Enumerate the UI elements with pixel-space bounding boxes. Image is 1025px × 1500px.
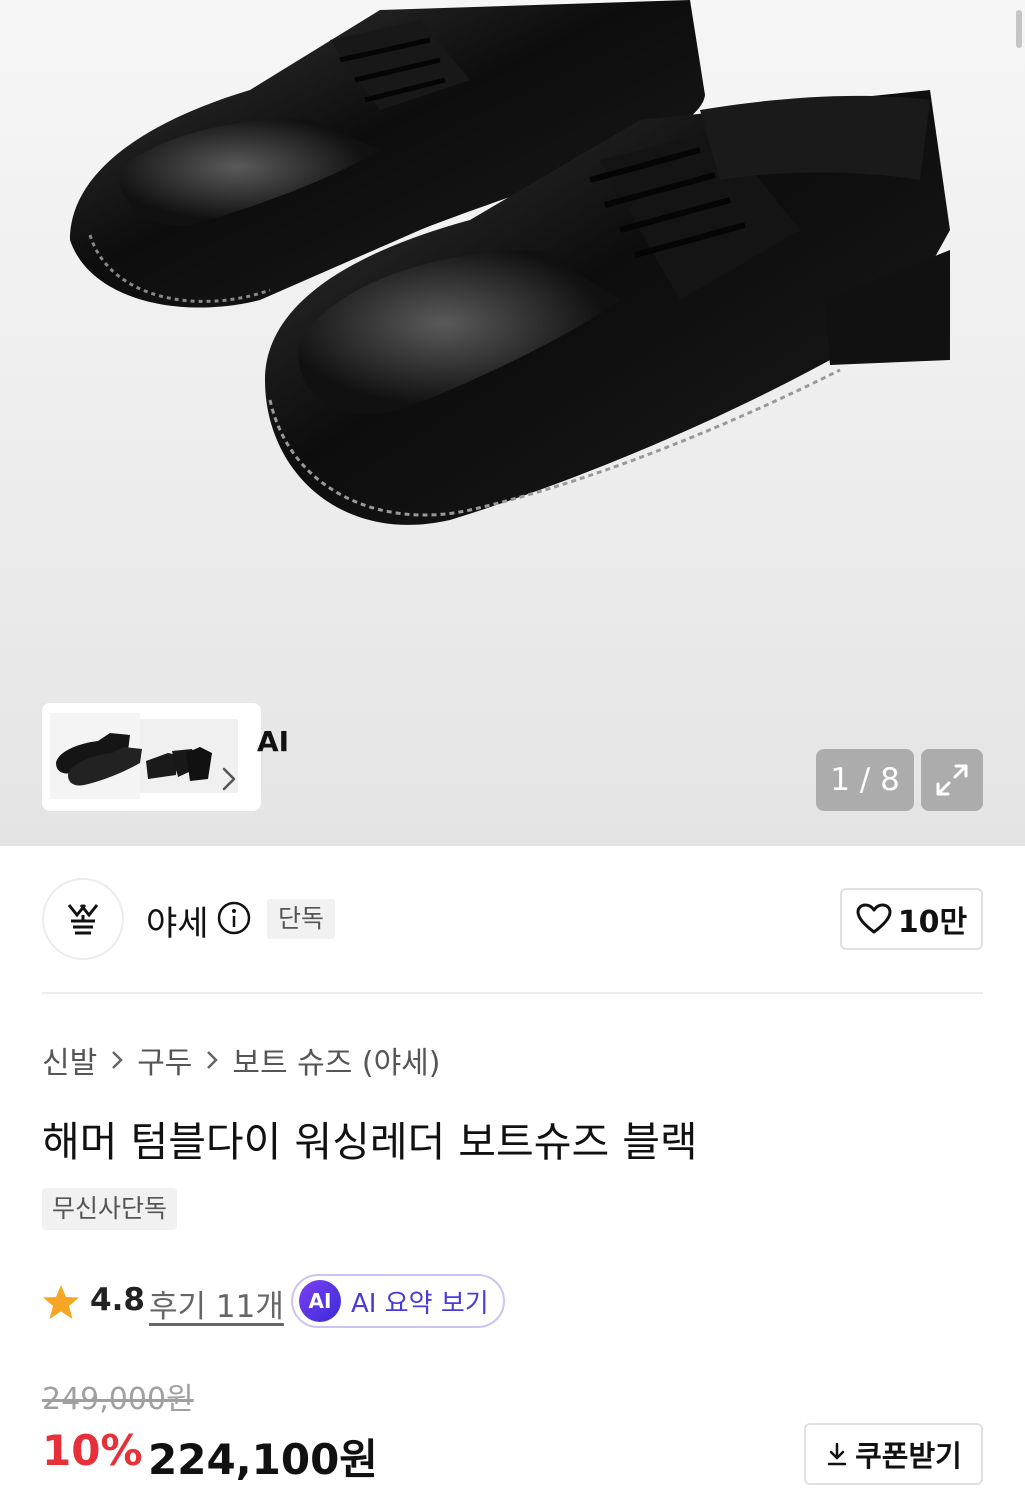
exclusive-tag: 단독 [267,899,336,939]
coupon-button[interactable]: 쿠폰받기 [804,1423,983,1485]
chevron-right-small-icon [222,767,236,791]
ai-badge-icon: AI [299,1280,341,1322]
rating-value: 4.8 [90,1282,145,1318]
brand-row: 야세 단독 10만 [42,878,983,960]
chevron-right-icon [207,1051,219,1069]
exclusive-badge: 무신사단독 [42,1188,178,1230]
heart-icon [856,903,892,934]
reviews-link[interactable]: 후기 11개 [149,1281,284,1326]
brand-logo[interactable] [42,878,124,960]
breadcrumb-item[interactable]: 보트 슈즈 (야세) [232,1038,440,1082]
ai-thumbnail-card[interactable]: AI [42,703,289,811]
ai-thumbnail-label: AI [257,725,290,758]
chevron-right-icon [112,1051,123,1069]
expand-button[interactable] [921,749,983,811]
product-image-gallery[interactable]: AI 1 / 8 [0,0,1025,846]
breadcrumb-item[interactable]: 신발 [42,1038,97,1082]
ai-summary-label: AI 요약 보기 [351,1288,489,1319]
like-count: 10만 [897,905,968,940]
info-icon[interactable] [216,900,252,936]
breadcrumb-item[interactable]: 구두 [137,1038,192,1082]
expand-icon [936,764,968,796]
scrollbar[interactable] [1016,10,1022,48]
sale-price: 224,100원 [148,1435,378,1484]
ai-summary-button[interactable]: AI AI 요약 보기 [291,1274,505,1328]
like-button[interactable]: 10만 [840,888,983,950]
brand-name[interactable]: 야세 [146,896,209,945]
rating-row: 4.8 후기 11개 AI AI 요약 보기 [42,1274,642,1330]
product-title: 해머 텀블다이 워싱레더 보트슈즈 블랙 [42,1118,698,1166]
ai-thumbnail-image [50,713,238,799]
original-price: 249,000원 [42,1382,194,1417]
discount-rate: 10% [42,1426,143,1475]
breadcrumb: 신발 구두 보트 슈즈 (야세) [42,1038,441,1082]
star-icon [43,1285,79,1319]
image-counter: 1 / 8 [816,749,914,811]
brand-logo-mark [67,904,99,935]
divider [42,992,983,994]
download-icon [827,1442,847,1466]
coupon-label: 쿠폰받기 [855,1439,962,1473]
